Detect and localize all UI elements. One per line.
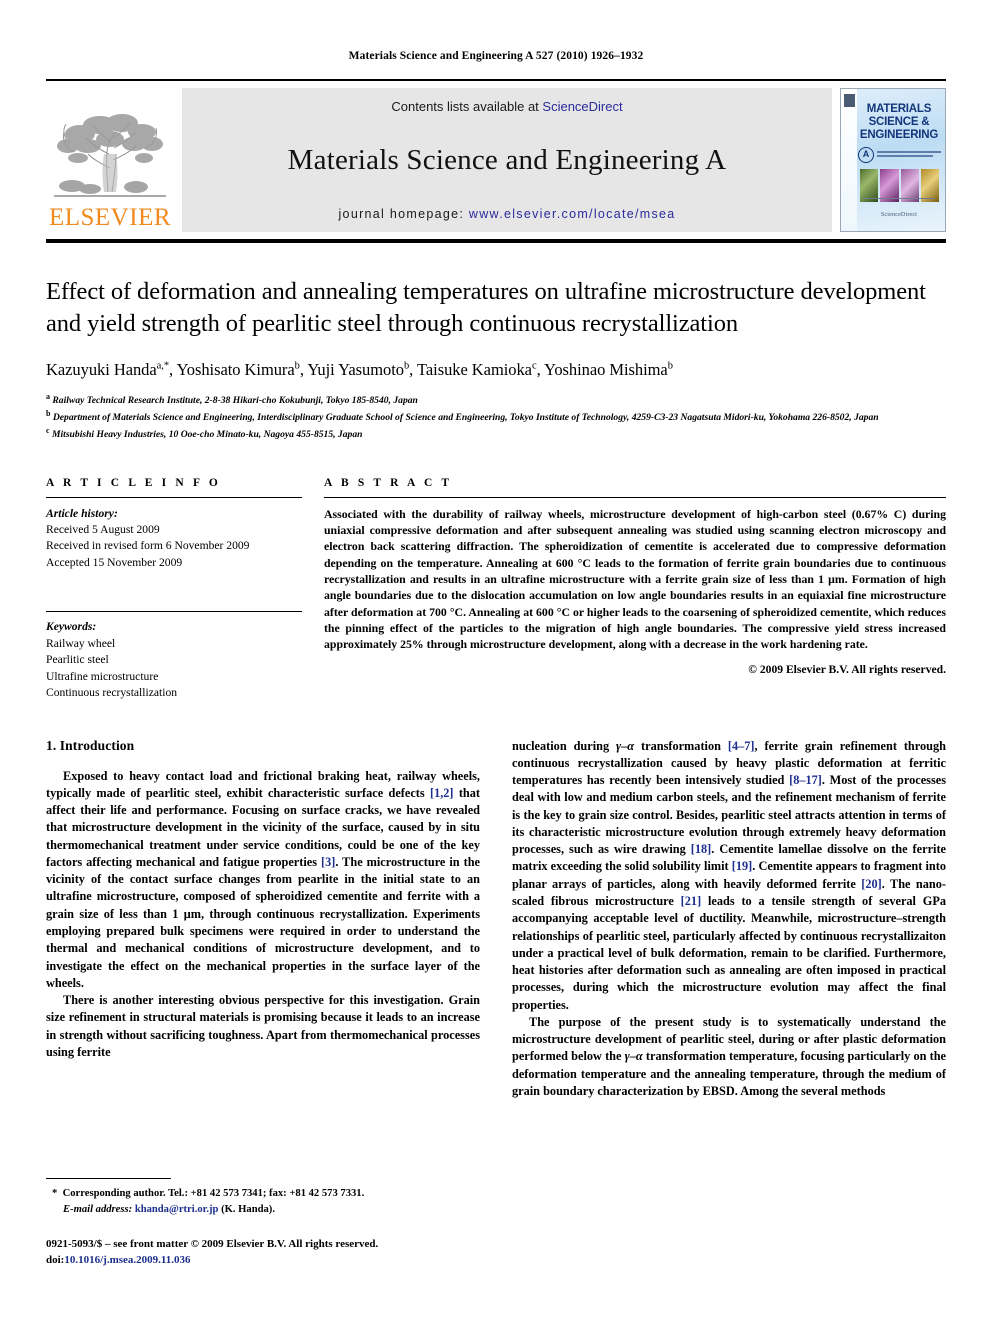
body-column-left: 1. Introduction Exposed to heavy contact… <box>46 738 480 1158</box>
affiliation-list: a Railway Technical Research Institute, … <box>46 391 946 443</box>
page-title: Effect of deformation and annealing temp… <box>46 278 926 337</box>
article-info-rule-middle <box>46 611 302 613</box>
keyword-item: Railway wheel <box>46 636 116 650</box>
paragraph: nucleation during γ–α transformation [4–… <box>512 738 947 1012</box>
article-info-heading: A R T I C L E I N F O <box>46 476 221 489</box>
article-history-item: Accepted 15 November 2009 <box>46 555 183 569</box>
abstract-heading: A B S T R A C T <box>324 476 453 489</box>
elsevier-logo: ELSEVIER <box>46 88 174 232</box>
email-link[interactable]: khanda@rtri.or.jp <box>135 1204 219 1215</box>
cover-footer-rule <box>863 198 935 199</box>
cover-subtitle: A <box>858 147 941 163</box>
keywords-label: Keywords: <box>46 620 97 634</box>
journal-masthead: ELSEVIER Contents lists available at Sci… <box>46 79 946 232</box>
asterisk-marker: * <box>52 1188 63 1200</box>
issn-line: 0921-5093/$ – see front matter © 2009 El… <box>46 1238 379 1251</box>
article-info-rule-top <box>46 496 302 498</box>
issn-doi-block: 0921-5093/$ – see front matter © 2009 El… <box>46 1237 476 1269</box>
email-suffix: (K. Handa). <box>221 1203 275 1215</box>
journal-title: Materials Science and Engineering A <box>287 144 727 176</box>
affiliation-item: c Mitsubishi Heavy Industries, 10 Ooe-ch… <box>46 426 363 441</box>
article-history-label: Article history: <box>46 506 118 520</box>
keyword-item: Ultrafine microstructure <box>46 669 159 683</box>
contents-available-line: Contents lists available at ScienceDirec… <box>391 99 622 114</box>
cover-spine <box>841 89 857 231</box>
journal-banner: Contents lists available at ScienceDirec… <box>182 88 832 232</box>
title-block: Effect of deformation and annealing temp… <box>46 276 946 443</box>
keyword-item: Continuous recrystallization <box>46 686 178 700</box>
author-list: Kazuyuki Handaa,*, Yoshisato Kimurab, Yu… <box>46 359 673 379</box>
footnotes-block: * Corresponding author. Tel.: +81 42 573… <box>46 1178 476 1269</box>
keywords-group: Keywords: Railway wheel Pearlitic steel … <box>46 619 302 701</box>
running-head: Materials Science and Engineering A 527 … <box>348 50 644 62</box>
contents-prefix: Contents lists available at <box>391 99 543 114</box>
abstract-text: Associated with the durability of railwa… <box>324 506 946 652</box>
cover-footer-label: ScienceDirect <box>880 212 918 218</box>
affiliation-item: b Department of Materials Science and En… <box>46 408 879 424</box>
cover-footer: ScienceDirect <box>863 198 935 221</box>
corresponding-author-text: Corresponding author. Tel.: +81 42 573 7… <box>62 1188 365 1200</box>
paragraph: Exposed to heavy contact load and fricti… <box>46 768 480 990</box>
elsevier-tree-icon <box>54 114 166 197</box>
footnote-rule <box>46 1178 171 1180</box>
cover-series-a-badge: A <box>858 147 874 163</box>
article-history-item: Received 5 August 2009 <box>46 522 160 536</box>
doi-link[interactable]: 10.1016/j.msea.2009.11.036 <box>64 1254 190 1266</box>
email-label: E-mail address: <box>63 1203 133 1215</box>
homepage-prefix: journal homepage: <box>338 207 469 221</box>
keyword-item: Pearlitic steel <box>46 653 109 667</box>
abstract-rule <box>324 496 946 498</box>
body-column-right: nucleation during γ–α transformation [4–… <box>512 738 946 1158</box>
body-columns: 1. Introduction Exposed to heavy contact… <box>46 738 946 1158</box>
paragraph: There is another interesting obvious per… <box>46 993 480 1059</box>
journal-homepage-line: journal homepage: www.elsevier.com/locat… <box>338 207 675 221</box>
masthead-bottom-rule <box>46 239 946 243</box>
affiliation-item: a Railway Technical Research Institute, … <box>46 391 418 406</box>
elsevier-wordmark: ELSEVIER <box>48 204 172 231</box>
doi-label: doi: <box>46 1254 65 1267</box>
paper-page: Materials Science and Engineering A 527 … <box>0 0 992 1323</box>
journal-cover-thumbnail: MATERIALS SCIENCE & ENGINEERING A Scienc… <box>840 88 946 232</box>
info-abstract-row: A R T I C L E I N F O Article history: R… <box>46 477 946 702</box>
cover-title-line1: MATERIALS <box>866 103 932 115</box>
email-note: E-mail address: khanda@rtri.or.jp (K. Ha… <box>46 1202 476 1217</box>
abstract-column: A B S T R A C T Associated with the dura… <box>324 477 946 702</box>
article-info-column: A R T I C L E I N F O Article history: R… <box>46 477 302 702</box>
cover-elsevier-logo-icon <box>844 94 855 107</box>
cover-title-line3: ENGINEERING <box>859 128 939 141</box>
paragraph: The purpose of the present study is to s… <box>512 1014 946 1098</box>
article-history-item: Received in revised form 6 November 2009 <box>46 539 250 553</box>
cover-subtitle-lines <box>877 151 941 159</box>
cover-title-line2: SCIENCE & <box>868 115 930 128</box>
abstract-copyright: © 2009 Elsevier B.V. All rights reserved… <box>748 663 946 677</box>
cover-title: MATERIALS SCIENCE & ENGINEERING <box>856 103 942 142</box>
journal-homepage-link[interactable]: www.elsevier.com/locate/msea <box>469 207 676 221</box>
corresponding-author-note: * Corresponding author. Tel.: +81 42 573… <box>46 1186 476 1201</box>
article-history-group: Article history: Received 5 August 2009 … <box>46 506 302 572</box>
doi-line: doi:10.1016/j.msea.2009.11.036 <box>46 1253 476 1269</box>
section-heading-introduction: 1. Introduction <box>46 737 135 753</box>
sciencedirect-link[interactable]: ScienceDirect <box>542 99 622 114</box>
